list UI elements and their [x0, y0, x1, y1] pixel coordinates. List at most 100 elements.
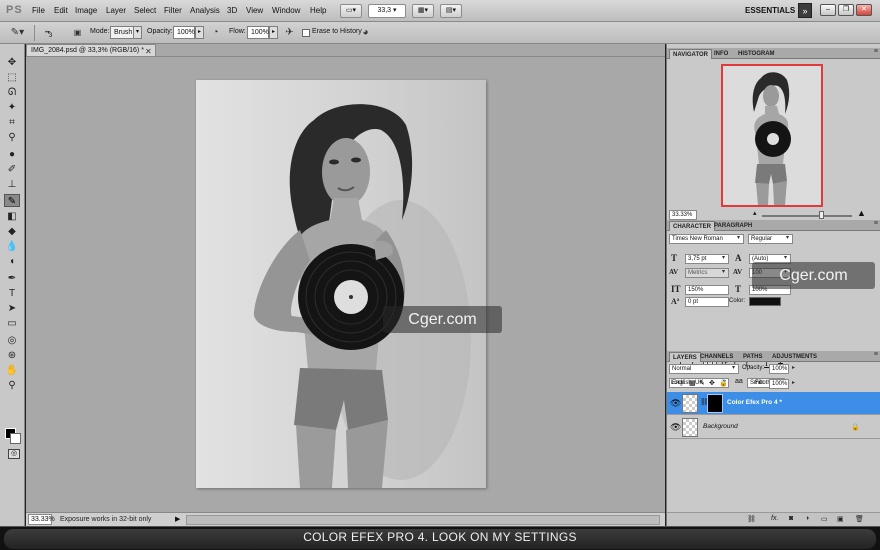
- blend-mode-select[interactable]: Normal: [669, 364, 739, 374]
- crop-tool-icon[interactable]: ⌗: [4, 116, 20, 129]
- new-group-icon[interactable]: ▭: [821, 515, 828, 523]
- trash-icon[interactable]: 🗑: [855, 515, 864, 523]
- restore-icon[interactable]: ❐: [838, 4, 854, 16]
- minimize-icon[interactable]: –: [820, 4, 836, 16]
- menu-image[interactable]: Image: [75, 6, 97, 15]
- marquee-tool-icon[interactable]: ⬚: [4, 71, 20, 84]
- brush-panel-toggle-icon[interactable]: ▣: [70, 26, 85, 40]
- history-brush-preset-icon[interactable]: ✎▾: [10, 26, 25, 40]
- pressure-opacity-icon[interactable]: ◔: [208, 26, 223, 40]
- move-tool-icon[interactable]: ✥: [4, 56, 20, 69]
- zoom-level-field[interactable]: 33,3 ▾: [368, 4, 406, 18]
- lock-position-icon[interactable]: ✥: [709, 379, 715, 387]
- opacity-field[interactable]: 100%: [173, 26, 195, 39]
- layer-row-color-efex[interactable]: 👁 ⛓ Color Efex Pro 4 *: [667, 392, 880, 415]
- chevron-down-icon[interactable]: ▾: [730, 364, 737, 374]
- dodge-tool-icon[interactable]: ◖: [4, 255, 20, 268]
- zoom-out-icon[interactable]: ▴: [753, 209, 757, 217]
- chevron-down-icon[interactable]: ▾: [720, 268, 727, 278]
- add-mask-icon[interactable]: ◙: [789, 515, 793, 522]
- screen-mode-icon[interactable]: ▭▾: [340, 4, 362, 18]
- clone-stamp-tool-icon[interactable]: ⊥: [4, 178, 20, 191]
- quick-selection-tool-icon[interactable]: ✦: [4, 101, 20, 114]
- panel-menu-icon[interactable]: ≡: [874, 351, 878, 358]
- eyedropper-tool-icon[interactable]: ⚲: [4, 131, 20, 144]
- chevron-down-icon[interactable]: ▾: [784, 234, 791, 244]
- brush-picker-icon[interactable]: •▾: [40, 26, 55, 40]
- eye-icon[interactable]: 👁: [670, 398, 681, 409]
- airbrush-icon[interactable]: ✈: [282, 26, 297, 40]
- lock-all-icon[interactable]: 🔒: [719, 379, 728, 387]
- menu-3d[interactable]: 3D: [227, 6, 237, 15]
- link-layers-icon[interactable]: ⛓: [747, 515, 756, 523]
- document-tab[interactable]: IMG_2084.psd @ 33,3% (RGB/16) * ✕: [26, 44, 156, 56]
- new-layer-icon[interactable]: ▣: [837, 515, 844, 523]
- layer-opacity-field[interactable]: 100%: [769, 364, 789, 374]
- quick-mask-icon[interactable]: ◎: [8, 449, 20, 459]
- zoom-field[interactable]: 33.33%: [28, 514, 55, 525]
- menu-select[interactable]: Select: [134, 6, 156, 15]
- type-tool-icon[interactable]: T: [4, 287, 20, 300]
- menu-view[interactable]: View: [246, 6, 263, 15]
- lock-image-icon[interactable]: ✎: [699, 379, 705, 387]
- pressure-size-icon[interactable]: ◕: [358, 26, 373, 40]
- menu-window[interactable]: Window: [272, 6, 300, 15]
- layer-name[interactable]: Background: [703, 423, 738, 430]
- history-brush-tool-icon[interactable]: ✎: [4, 194, 20, 207]
- navigator-zoom-slider[interactable]: [762, 215, 852, 217]
- adjustment-layer-icon[interactable]: ◑: [805, 515, 809, 522]
- flow-field[interactable]: 100%: [247, 26, 269, 39]
- workspace-switcher[interactable]: ESSENTIALS: [745, 6, 795, 15]
- slider-knob[interactable]: [819, 211, 824, 219]
- opacity-stepper[interactable]: ▸: [790, 364, 797, 374]
- opacity-stepper[interactable]: ▸: [195, 26, 204, 39]
- hand-tool-icon[interactable]: ✋: [4, 364, 20, 377]
- tab-channels[interactable]: CHANNELS: [697, 352, 736, 362]
- erase-to-history-checkbox[interactable]: [302, 29, 310, 37]
- eye-icon[interactable]: 👁: [670, 422, 681, 433]
- baseline-shift-field[interactable]: 0 pt: [685, 297, 729, 307]
- flow-stepper[interactable]: ▸: [269, 26, 278, 39]
- 3d-orbit-tool-icon[interactable]: ⊛: [4, 349, 20, 362]
- tab-info[interactable]: INFO: [711, 49, 731, 59]
- document-canvas[interactable]: [196, 80, 486, 488]
- text-color-swatch[interactable]: [749, 297, 781, 306]
- shape-tool-icon[interactable]: ▭: [4, 317, 20, 330]
- zoom-tool-icon[interactable]: ⚲: [4, 379, 20, 392]
- fill-stepper[interactable]: ▸: [790, 379, 797, 389]
- lasso-tool-icon[interactable]: ᘏ: [4, 86, 20, 99]
- tab-histogram[interactable]: HISTOGRAM: [735, 49, 778, 59]
- menu-help[interactable]: Help: [310, 6, 326, 15]
- chevron-down-icon[interactable]: ▾: [720, 254, 727, 264]
- tab-paragraph[interactable]: PARAGRAPH: [711, 221, 755, 231]
- layer-mask-thumbnail[interactable]: [707, 394, 723, 413]
- chevron-down-icon[interactable]: ▾: [735, 234, 742, 244]
- lock-transparency-icon[interactable]: ▩: [689, 379, 696, 387]
- tab-adjustments[interactable]: ADJUSTMENTS: [769, 352, 820, 362]
- layer-style-icon[interactable]: fx.: [771, 515, 778, 522]
- vertical-scale-field[interactable]: 150%: [685, 285, 729, 295]
- background-color-swatch[interactable]: [10, 433, 21, 444]
- zoom-in-icon[interactable]: ▲: [857, 208, 866, 218]
- blur-tool-icon[interactable]: 💧: [4, 240, 20, 253]
- font-family-select[interactable]: Times New Roman: [669, 234, 744, 244]
- path-selection-tool-icon[interactable]: ➤: [4, 302, 20, 315]
- navigator-zoom-field[interactable]: 33.33%: [669, 210, 697, 220]
- pen-tool-icon[interactable]: ✒: [4, 272, 20, 285]
- menu-layer[interactable]: Layer: [106, 6, 126, 15]
- 3d-rotate-tool-icon[interactable]: ◎: [4, 334, 20, 347]
- navigator-thumbnail[interactable]: [721, 64, 823, 207]
- layer-name[interactable]: Color Efex Pro 4 *: [727, 399, 782, 406]
- tab-navigator[interactable]: NAVIGATOR: [669, 49, 713, 59]
- spot-healing-tool-icon[interactable]: ●: [4, 148, 20, 161]
- panel-menu-icon[interactable]: ≡: [874, 220, 878, 227]
- eraser-tool-icon[interactable]: ◧: [4, 210, 20, 223]
- extras-icon[interactable]: ▤▾: [440, 4, 462, 18]
- tab-paths[interactable]: PATHS: [740, 352, 765, 362]
- menu-file[interactable]: File: [32, 6, 45, 15]
- chevron-down-icon[interactable]: ▾: [133, 26, 142, 39]
- tab-character[interactable]: CHARACTER: [669, 221, 715, 231]
- fill-field[interactable]: 100%: [769, 379, 789, 389]
- menu-filter[interactable]: Filter: [164, 6, 182, 15]
- double-chevron-icon[interactable]: »: [798, 3, 812, 18]
